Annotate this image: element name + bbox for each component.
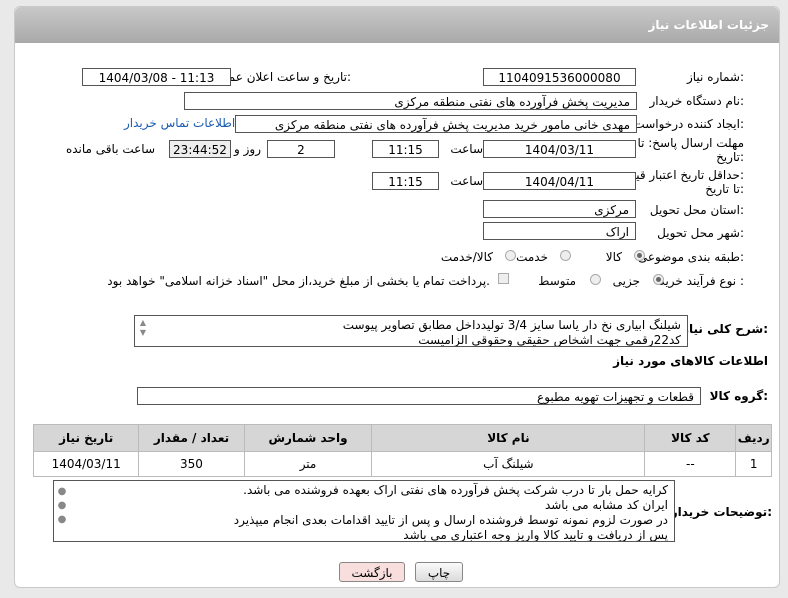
col-date-header: تاریخ نیاز xyxy=(32,424,140,452)
items-table: ردیف کد کالا نام کالا واحد شمارش تعداد /… xyxy=(32,424,772,477)
goods-info-title: اطلاعات کالاهای مورد نیاز xyxy=(613,354,768,368)
buyer-org-field: مدیریت پخش فرآورده های نفتی منطقه مرکزی xyxy=(184,92,637,110)
row-code: -- xyxy=(644,451,737,477)
price-validity-date-field: 1404/04/11 xyxy=(483,172,636,190)
description-label: شرح کلی نیاز: xyxy=(682,322,768,336)
page-title: جزئیات اطلاعات نیاز xyxy=(648,18,769,32)
price-validity-time-field: 11:15 xyxy=(372,172,439,190)
province-field: مرکزی xyxy=(483,200,636,218)
announce-datetime-field: 1404/03/08 - 11:13 xyxy=(82,68,231,86)
scroll-dots-icon[interactable]: ● ● ● xyxy=(56,485,68,527)
remaining-time-field: 23:44:52 xyxy=(169,140,231,158)
buyer-notes-label: توضیحات خریدار: xyxy=(670,505,772,519)
print-button[interactable]: چاپ xyxy=(415,562,463,582)
buyer-note-line-1: کرایه حمل بار تا درب شرکت پخش فرآورده ها… xyxy=(243,483,668,497)
need-number-label: شماره نیاز: xyxy=(686,70,744,84)
category-goods-label: کالا xyxy=(605,250,622,264)
description-line-2: کد22رقمی جهت اشخاص حقیقی وحقوقی الزامیست xyxy=(418,333,681,347)
buyer-contact-link[interactable]: اطلاعات تماس خریدار xyxy=(124,116,235,130)
category-goods-radio[interactable] xyxy=(634,250,645,261)
reply-deadline-label: مهلت ارسال پاسخ: تا xyxy=(637,136,744,150)
row-qty: 350 xyxy=(138,451,245,477)
city-label: شهر محل تحویل: xyxy=(657,226,744,240)
col-row-header: ردیف xyxy=(735,424,772,452)
col-code-header: کد کالا xyxy=(644,424,737,452)
row-index: 1 xyxy=(735,451,772,477)
goods-group-field: قطعات و تجهیزات تهویه مطبوع xyxy=(137,387,701,405)
treasury-note: پرداخت تمام یا بخشی از مبلغ خرید،از محل … xyxy=(107,274,490,288)
buyer-org-label: نام دستگاه خریدار: xyxy=(649,94,745,108)
buyer-notes-textarea[interactable]: ● ● ● کرایه حمل بار تا درب شرکت پخش فرآورد… xyxy=(53,480,675,542)
col-unit-header: واحد شمارش xyxy=(243,424,373,452)
scroll-arrows-icon[interactable]: ▲ ▼ xyxy=(137,318,149,338)
city-field: اراک xyxy=(483,222,636,240)
description-textarea[interactable]: ▲ ▼ شیلنگ ابیاری نخ دار یاسا سایز 3/4 تول… xyxy=(134,315,688,347)
reply-time-label: ساعت xyxy=(450,142,483,156)
process-medium-radio[interactable] xyxy=(590,274,601,285)
buyer-note-line-4: پس از دریافت و تایید کالا واریز وجه اعتب… xyxy=(403,528,668,542)
category-goods-service-label: کالا/خدمت xyxy=(440,250,493,264)
price-validity-time-label: ساعت xyxy=(450,174,483,188)
reply-deadline-label-2: تاریخ: xyxy=(716,150,744,164)
category-label: طبقه بندی موضوعی: xyxy=(637,250,744,264)
reply-days-field: 2 xyxy=(267,140,335,158)
province-label: استان محل تحویل: xyxy=(649,203,744,217)
back-button[interactable]: بازگشت xyxy=(339,562,405,582)
buyer-note-line-2: ایران کد مشابه می باشد xyxy=(544,498,668,512)
price-validity-label: حداقل تاریخ اعتبار قیمت: xyxy=(617,168,744,182)
col-name-header: نام کالا xyxy=(371,424,646,452)
goods-group-label: گروه کالا: xyxy=(709,389,768,403)
requester-field: مهدی خانی مامور خرید مدیریت پخش فرآورده … xyxy=(235,115,637,133)
description-line-1: شیلنگ ابیاری نخ دار یاسا سایز 3/4 تولیدد… xyxy=(342,318,681,332)
category-service-radio[interactable] xyxy=(560,250,571,261)
requester-label: ایجاد کننده درخواست: xyxy=(633,117,744,131)
days-label: روز و xyxy=(234,142,261,156)
category-goods-service-radio[interactable] xyxy=(505,250,516,261)
process-minor-radio[interactable] xyxy=(653,274,664,285)
need-number-field: 1104091536000080 xyxy=(483,68,636,86)
table-row: 1 -- شیلنگ آب متر 350 1404/03/11 xyxy=(32,451,772,477)
category-service-label: خدمت xyxy=(516,250,548,264)
buyer-note-line-3: در صورت لزوم نمونه توسط فروشنده ارسال و … xyxy=(233,513,668,527)
process-minor-label: جزیی xyxy=(612,274,640,288)
row-date: 1404/03/11 xyxy=(32,451,140,477)
col-qty-header: تعداد / مقدار xyxy=(138,424,245,452)
row-name: شیلنگ آب xyxy=(371,451,646,477)
price-validity-label-2: تا تاریخ: xyxy=(705,182,744,196)
treasury-checkbox[interactable] xyxy=(498,273,509,284)
process-medium-label: متوسط xyxy=(538,274,576,288)
row-unit: متر xyxy=(243,451,373,477)
panel-header: جزئیات اطلاعات نیاز xyxy=(15,7,779,43)
reply-date-field: 1404/03/11 xyxy=(483,140,636,158)
reply-time-field: 11:15 xyxy=(372,140,439,158)
remaining-label: ساعت باقی مانده xyxy=(65,142,155,156)
process-type-label: نوع فرآیند خرید : xyxy=(659,274,744,288)
